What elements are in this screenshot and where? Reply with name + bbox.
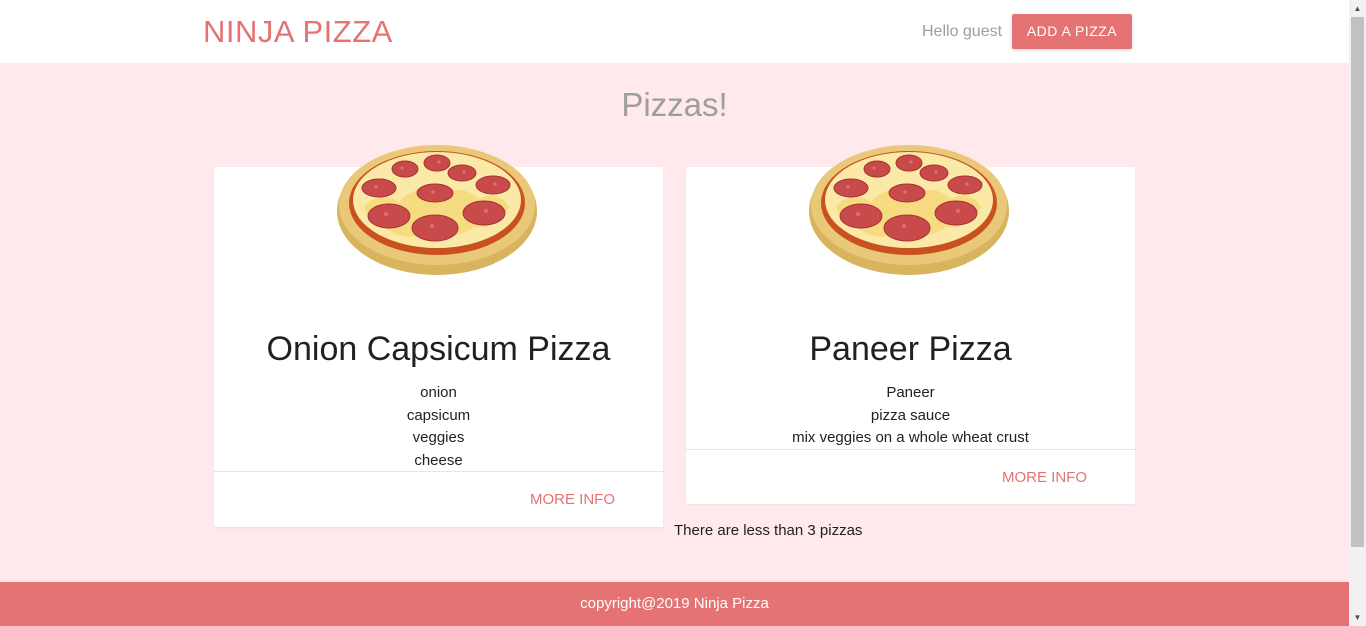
ingredient-item: capsicum [406, 406, 471, 424]
ingredient-item: pizza sauce [870, 406, 951, 424]
navbar: NINJA PIZZA Hello guest ADD A PIZZA [0, 0, 1349, 63]
page-title: Pizzas! [621, 86, 728, 123]
pizza-count-message: There are less than 3 pizzas [674, 522, 863, 539]
more-info-link[interactable]: MORE INFO [1002, 469, 1087, 486]
ingredient-item: veggies [412, 429, 465, 447]
pizza-icon [337, 145, 537, 275]
add-pizza-button[interactable]: ADD A PIZZA [1012, 14, 1132, 49]
ingredient-list: onion capsicum veggies cheese [214, 382, 663, 472]
footer: copyright@2019 Ninja Pizza [0, 582, 1349, 626]
more-info-link[interactable]: MORE INFO [530, 491, 615, 508]
brand-logo[interactable]: NINJA PIZZA [203, 14, 393, 50]
card-action: MORE INFO [214, 471, 663, 527]
ingredient-item: mix veggies on a whole wheat crust [792, 429, 1029, 447]
pizza-card: Paneer Pizza Paneer pizza sauce mix vegg… [686, 145, 1135, 505]
pizza-icon [809, 145, 1009, 275]
vertical-scrollbar[interactable]: ▲ ▼ [1349, 0, 1366, 626]
ingredient-item: onion [420, 384, 457, 401]
pizza-card: Onion Capsicum Pizza onion capsicum vegg… [214, 145, 663, 527]
ingredient-item: cheese [414, 451, 463, 469]
scroll-up-icon[interactable]: ▲ [1349, 0, 1366, 17]
ingredient-item: Paneer [886, 384, 935, 401]
scroll-down-icon[interactable]: ▼ [1349, 609, 1366, 626]
ingredient-list: Paneer pizza sauce mix veggies on a whol… [686, 382, 1135, 450]
scroll-thumb[interactable] [1351, 17, 1364, 547]
card-action: MORE INFO [686, 449, 1135, 505]
copyright-text: copyright@2019 Ninja Pizza [580, 595, 769, 612]
pizza-title: Onion Capsicum Pizza [266, 330, 611, 368]
page: NINJA PIZZA Hello guest ADD A PIZZA Pizz… [0, 0, 1349, 626]
greeting-text: Hello guest [922, 23, 1003, 40]
pizza-title: Paneer Pizza [809, 330, 1012, 368]
